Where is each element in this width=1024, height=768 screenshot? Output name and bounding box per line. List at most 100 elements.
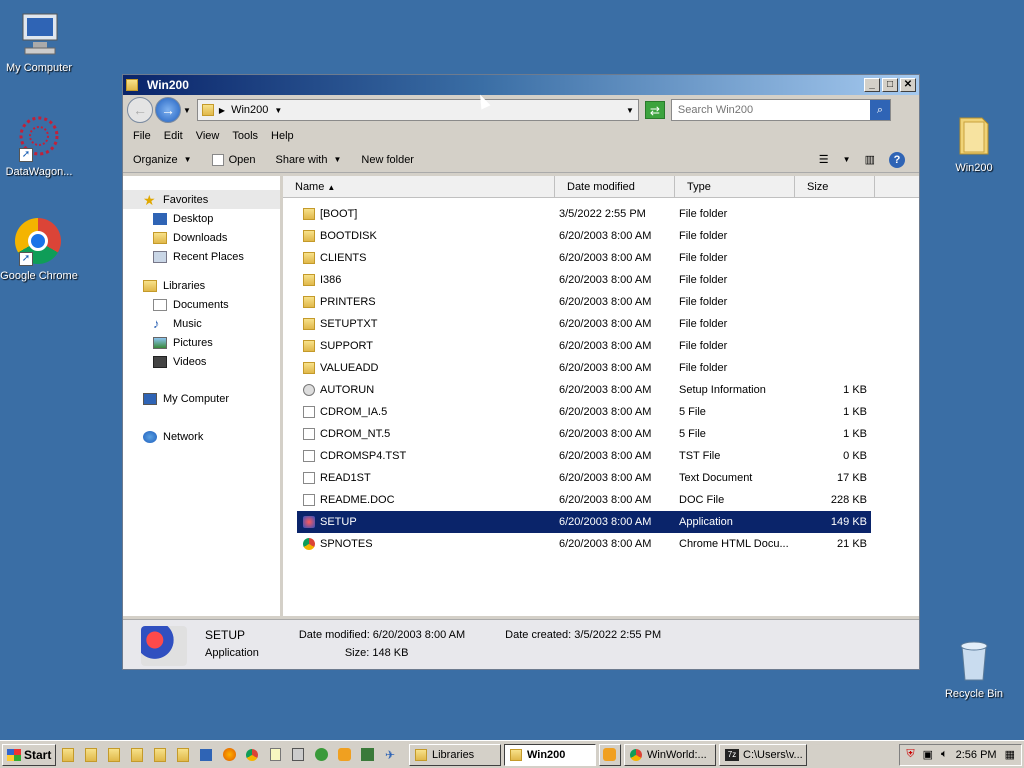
- show-desktop-icon[interactable]: ▦: [1005, 748, 1015, 761]
- desktop-icon-datawagon[interactable]: ➚ DataWagon...: [0, 114, 81, 178]
- nav-item-videos[interactable]: Videos: [123, 352, 280, 371]
- quicklaunch-calculator[interactable]: [287, 746, 309, 764]
- column-header-size[interactable]: Size: [795, 176, 875, 197]
- file-icon: [303, 472, 315, 484]
- task-winworld[interactable]: WinWorld:...: [624, 743, 716, 766]
- file-name-cell: READ1ST: [297, 472, 555, 484]
- maximize-button[interactable]: □: [882, 78, 898, 92]
- task-7zip[interactable]: 7z C:\Users\v...: [719, 743, 807, 766]
- window-titlebar[interactable]: Win200 _ □ ✕: [123, 75, 919, 95]
- quicklaunch-folder-5[interactable]: [149, 746, 171, 764]
- nav-item-libraries[interactable]: Libraries: [123, 276, 280, 295]
- search-input[interactable]: [677, 104, 870, 116]
- nav-item-favorites[interactable]: ★ Favorites: [123, 190, 280, 209]
- column-header-type[interactable]: Type: [675, 176, 795, 197]
- file-row[interactable]: VALUEADD 6/20/2003 8:00 AM File folder: [297, 357, 871, 379]
- file-row[interactable]: SETUP 6/20/2003 8:00 AM Application 149 KB: [297, 511, 871, 533]
- task-libraries[interactable]: Libraries: [409, 743, 501, 766]
- desktop-icon-win200[interactable]: Win200: [932, 110, 1016, 174]
- nav-item-downloads[interactable]: Downloads: [123, 228, 280, 247]
- file-row[interactable]: READ1ST 6/20/2003 8:00 AM Text Document 17 …: [297, 467, 871, 489]
- quicklaunch-folder-2[interactable]: [80, 746, 102, 764]
- file-row[interactable]: README.DOC 6/20/2003 8:00 AM DOC File 228 K…: [297, 489, 871, 511]
- network-tray-icon[interactable]: ▣: [923, 748, 933, 761]
- quicklaunch-media-player[interactable]: [333, 746, 355, 764]
- quicklaunch-network[interactable]: [195, 746, 217, 764]
- view-chevron-icon[interactable]: ▼: [843, 155, 851, 164]
- file-row[interactable]: CDROM_IA.5 6/20/2003 8:00 AM 5 File 1 KB: [297, 401, 871, 423]
- address-bar[interactable]: ▶ Win200 ▼ ▼: [196, 99, 639, 121]
- column-header-date[interactable]: Date modified: [555, 176, 675, 197]
- breadcrumb-win200[interactable]: Win200: [231, 104, 268, 116]
- file-row[interactable]: SUPPORT 6/20/2003 8:00 AM File folder: [297, 335, 871, 357]
- file-row[interactable]: BOOTDISK 6/20/2003 8:00 AM File folder: [297, 225, 871, 247]
- view-options-icon[interactable]: ☰: [819, 153, 829, 166]
- address-history-chevron-icon[interactable]: ▼: [626, 106, 634, 115]
- breadcrumb-dropdown-icon[interactable]: ▼: [274, 106, 282, 115]
- nav-item-recent-places[interactable]: Recent Places: [123, 247, 280, 266]
- volume-icon[interactable]: 🔈︎: [941, 748, 948, 761]
- file-row[interactable]: [BOOT] 3/5/2022 2:55 PM File folder: [297, 203, 871, 225]
- search-icon[interactable]: ⌕: [869, 100, 890, 120]
- menu-tools[interactable]: Tools: [232, 130, 258, 142]
- menu-view[interactable]: View: [196, 130, 220, 142]
- file-icon: [303, 494, 315, 506]
- folder-icon: [85, 747, 97, 762]
- quicklaunch-chrome[interactable]: [241, 746, 263, 764]
- new-folder-button[interactable]: New folder: [361, 154, 414, 166]
- menu-edit[interactable]: Edit: [164, 130, 183, 142]
- quicklaunch-folder-6[interactable]: [172, 746, 194, 764]
- quicklaunch-firefox[interactable]: [218, 746, 240, 764]
- nav-item-documents[interactable]: Documents: [123, 295, 280, 314]
- column-header-name[interactable]: Name ▲: [283, 176, 555, 197]
- nav-item-desktop[interactable]: Desktop: [123, 209, 280, 228]
- quicklaunch-folder-1[interactable]: [57, 746, 79, 764]
- breadcrumb-chevron-icon[interactable]: ▶: [219, 106, 225, 115]
- file-row[interactable]: CLIENTS 6/20/2003 8:00 AM File folder: [297, 247, 871, 269]
- desktop-icon-recycle-bin[interactable]: Recycle Bin: [932, 636, 1016, 700]
- file-size: 1 KB: [843, 406, 867, 418]
- clock[interactable]: 2:56 PM: [956, 749, 997, 761]
- close-button[interactable]: ✕: [900, 78, 916, 92]
- nav-item-my-computer[interactable]: My Computer: [123, 389, 280, 408]
- file-name-cell: AUTORUN: [297, 384, 555, 396]
- quicklaunch-tools[interactable]: [356, 746, 378, 764]
- quicklaunch-folder-4[interactable]: [126, 746, 148, 764]
- quicklaunch-plane[interactable]: ✈: [379, 746, 401, 764]
- desktop-icon-my-computer[interactable]: My Computer: [0, 10, 81, 74]
- security-icon[interactable]: ⛨: [906, 748, 914, 761]
- network-icon: [200, 748, 212, 761]
- organize-button[interactable]: Organize ▼: [133, 154, 192, 166]
- recent-pages-chevron-icon[interactable]: ▼: [183, 106, 191, 115]
- file-row[interactable]: PRINTERS 6/20/2003 8:00 AM File folder: [297, 291, 871, 313]
- open-button[interactable]: Open: [211, 153, 255, 166]
- file-name: VALUEADD: [320, 362, 379, 374]
- task-win200[interactable]: Win200: [504, 743, 596, 766]
- menu-help[interactable]: Help: [271, 130, 294, 142]
- nav-item-music[interactable]: ♪ Music: [123, 314, 280, 333]
- minimize-button[interactable]: _: [864, 78, 880, 92]
- file-row[interactable]: SPNOTES 6/20/2003 8:00 AM Chrome HTML Docu…: [297, 533, 871, 555]
- refresh-button[interactable]: ⇄: [644, 101, 665, 119]
- task-media-player[interactable]: [599, 743, 621, 766]
- preview-pane-icon[interactable]: ▥: [865, 153, 875, 166]
- nav-item-pictures[interactable]: Pictures: [123, 333, 280, 352]
- back-button[interactable]: ←: [127, 97, 153, 123]
- help-icon[interactable]: ?: [889, 151, 905, 168]
- star-icon: ★: [143, 191, 156, 208]
- quicklaunch-notepad[interactable]: [264, 746, 286, 764]
- start-button[interactable]: Start: [2, 743, 56, 766]
- quicklaunch-folder-3[interactable]: [103, 746, 125, 764]
- menu-file[interactable]: File: [133, 130, 151, 142]
- file-row[interactable]: CDROMSP4.TST 6/20/2003 8:00 AM TST File 0 K…: [297, 445, 871, 467]
- file-row[interactable]: AUTORUN 6/20/2003 8:00 AM Setup Informatio…: [297, 379, 871, 401]
- nav-item-network[interactable]: Network: [123, 427, 280, 446]
- share-with-button[interactable]: Share with ▼: [275, 154, 341, 166]
- file-date: 6/20/2003 8:00 AM: [559, 318, 652, 330]
- quicklaunch-green-app[interactable]: [310, 746, 332, 764]
- forward-button[interactable]: →: [155, 97, 181, 123]
- file-row[interactable]: I386 6/20/2003 8:00 AM File folder: [297, 269, 871, 291]
- desktop-icon-google-chrome[interactable]: ➚ Google Chrome: [0, 218, 81, 282]
- file-row[interactable]: SETUPTXT 6/20/2003 8:00 AM File folder: [297, 313, 871, 335]
- file-row[interactable]: CDROM_NT.5 6/20/2003 8:00 AM 5 File 1 KB: [297, 423, 871, 445]
